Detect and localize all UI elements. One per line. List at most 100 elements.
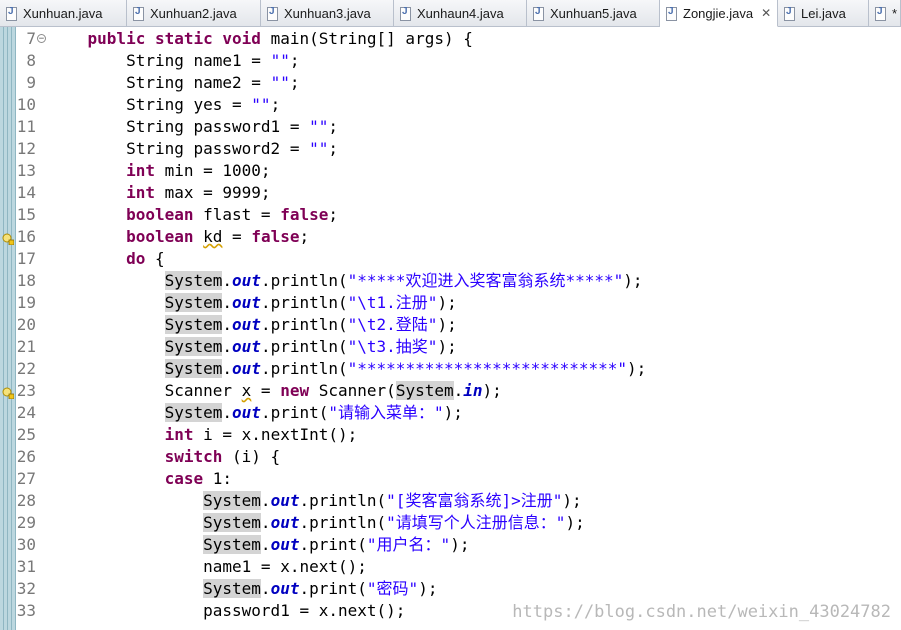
line-number: 23	[16, 381, 36, 400]
line-number: 14	[16, 183, 36, 202]
code-token: i = x.nextInt();	[193, 425, 358, 444]
code-line[interactable]: 31 name1 = x.next();	[0, 556, 901, 578]
code-line[interactable]: 13 int min = 1000;	[0, 160, 901, 182]
code-token: false	[280, 205, 329, 224]
code-token: ""	[309, 117, 329, 136]
line-number: 32	[16, 579, 36, 598]
code-token: max = 9999;	[154, 183, 271, 202]
java-file-icon	[6, 6, 17, 21]
tab-label: Xunhuan3.java	[284, 5, 371, 21]
code-token: "密码"	[366, 579, 419, 598]
editor-tab-bar: Xunhuan.java Xunhuan2.java Xunhuan3.java Xu…	[0, 0, 901, 27]
code-token: out	[270, 491, 300, 510]
code-token: out	[270, 513, 300, 532]
editor-tab[interactable]: Lei.java	[778, 0, 869, 26]
editor-tab[interactable]: Xunhuan5.java	[527, 0, 660, 26]
code-line[interactable]: 10 String yes = "";	[0, 94, 901, 116]
line-number: 9	[26, 73, 36, 92]
line-number: 11	[16, 117, 36, 136]
code-line[interactable]: 17 do {	[0, 248, 901, 270]
line-number: 7	[26, 29, 36, 48]
code-line[interactable]: 27 case 1:	[0, 468, 901, 490]
code-line[interactable]: 7− public static void main(String[] args…	[0, 28, 901, 50]
code-token: flast =	[193, 205, 281, 224]
code-token: int	[164, 425, 194, 444]
code-token: ;	[289, 51, 300, 70]
code-token: do	[126, 249, 146, 268]
code-line[interactable]: 11 String password1 = "";	[0, 116, 901, 138]
code-token: .print(	[299, 535, 367, 554]
editor-tab[interactable]: Xunhaun4.java	[394, 0, 527, 26]
code-token: .	[260, 535, 271, 554]
code-text: boolean flast = false;	[49, 204, 338, 226]
editor-tab[interactable]: *	[869, 0, 901, 26]
code-token: name1 = x.next();	[49, 557, 367, 576]
line-number: 33	[16, 601, 36, 620]
code-token: out	[232, 337, 261, 356]
code-token: (i) {	[222, 447, 281, 466]
code-token: String password1 =	[49, 117, 310, 136]
code-line[interactable]: 20 System.out.println("\t2.登陆");	[0, 314, 901, 336]
code-token: System	[164, 359, 223, 378]
line-number: 16	[16, 227, 36, 246]
tab-label: Zongjie.java	[683, 5, 754, 21]
line-number: 30	[16, 535, 36, 554]
watermark-text: https://blog.csdn.net/weixin_43024782	[512, 602, 891, 622]
code-line[interactable]: 30 System.out.print("用户名：");	[0, 534, 901, 556]
code-token: ;	[299, 227, 310, 246]
code-line[interactable]: 16 boolean kd = false;	[0, 226, 901, 248]
code-line[interactable]: 8 String name1 = "";	[0, 50, 901, 72]
editor-tab[interactable]: Xunhuan.java	[0, 0, 127, 26]
code-line[interactable]: 12 String password2 = "";	[0, 138, 901, 160]
line-number: 19	[16, 293, 36, 312]
code-line[interactable]: 26 switch (i) {	[0, 446, 901, 468]
code-line[interactable]: 19 System.out.println("\t1.注册");	[0, 292, 901, 314]
editor-tab[interactable]: Xunhuan2.java	[127, 0, 261, 26]
editor-tab[interactable]: Zongjie.java ✕	[660, 0, 778, 27]
code-text: String yes = "";	[49, 94, 280, 116]
code-token: );	[450, 535, 470, 554]
close-icon[interactable]: ✕	[761, 6, 771, 20]
code-line[interactable]: 23 Scanner x = new Scanner(System.in);	[0, 380, 901, 402]
fold-toggle-icon[interactable]: −	[37, 34, 46, 44]
code-text: int i = x.nextInt();	[49, 424, 358, 446]
code-line[interactable]: 29 System.out.println("请填写个人注册信息：");	[0, 512, 901, 534]
warning-icon[interactable]	[2, 384, 15, 400]
line-number: 31	[16, 557, 36, 576]
code-token: ;	[270, 95, 281, 114]
code-line[interactable]: 14 int max = 9999;	[0, 182, 901, 204]
code-token: .print(	[260, 403, 329, 422]
code-line[interactable]: 25 int i = x.nextInt();	[0, 424, 901, 446]
code-token: .	[222, 315, 233, 334]
code-token: ""	[309, 139, 329, 158]
code-line[interactable]: 9 String name2 = "";	[0, 72, 901, 94]
code-text: boolean kd = false;	[49, 226, 309, 248]
code-token: kd	[203, 227, 223, 246]
java-file-icon	[533, 6, 544, 21]
code-line[interactable]: 24 System.out.print("请输入菜单：");	[0, 402, 901, 424]
warning-icon[interactable]	[2, 230, 15, 246]
code-token: ""	[270, 73, 290, 92]
code-text: String password1 = "";	[49, 116, 338, 138]
code-line[interactable]: 28 System.out.println("[奖客富翁系统]>注册");	[0, 490, 901, 512]
code-token: boolean	[126, 227, 194, 246]
code-line[interactable]: 18 System.out.println("*****欢迎进入奖客富翁系统**…	[0, 270, 901, 292]
code-line[interactable]: 32 System.out.print("密码");	[0, 578, 901, 600]
code-line[interactable]: 21 System.out.println("\t3.抽奖");	[0, 336, 901, 358]
code-line[interactable]: 22 System.out.println("*****************…	[0, 358, 901, 380]
code-text: case 1:	[49, 468, 232, 490]
code-token: out	[270, 535, 300, 554]
code-token: System	[164, 315, 223, 334]
editor-tab[interactable]: Xunhuan3.java	[261, 0, 394, 26]
code-line[interactable]: 15 boolean flast = false;	[0, 204, 901, 226]
